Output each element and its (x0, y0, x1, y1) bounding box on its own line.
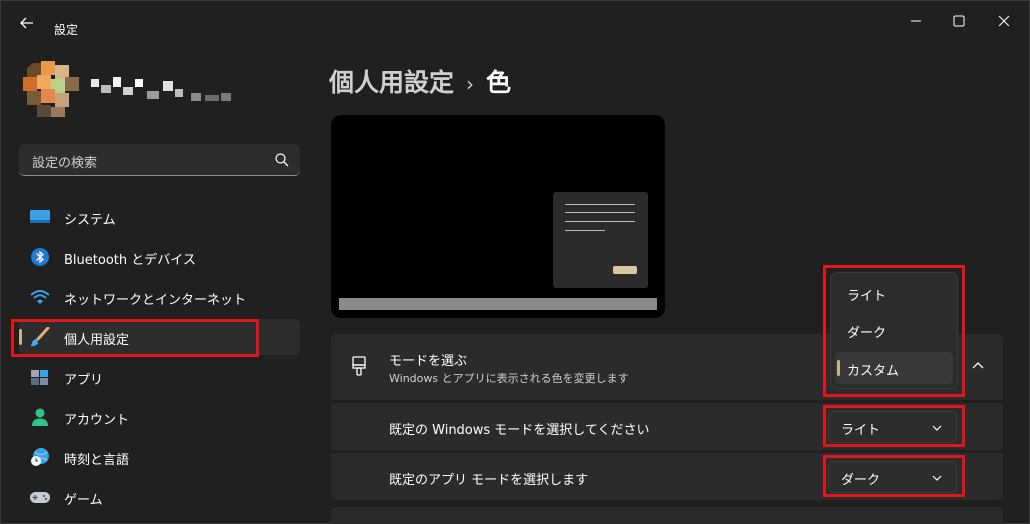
minimize-icon[interactable] (901, 9, 931, 33)
sidebar-item-gaming[interactable]: ゲーム (19, 479, 300, 515)
gamepad-icon (30, 492, 50, 503)
app-title: 設定 (54, 23, 79, 37)
sidebar-item-label: システム (64, 213, 116, 228)
preview-line (565, 212, 635, 213)
sidebar-item-label: ゲーム (64, 493, 103, 508)
sidebar-item-label: アカウント (64, 413, 130, 428)
dropdown-option-light[interactable]: ライト (835, 277, 953, 309)
mode-card-subtitle: Windows とアプリに表示される色を変更します (389, 372, 629, 385)
preview-button (613, 266, 637, 274)
sidebar-item-bluetooth[interactable]: Bluetooth とデバイス (19, 239, 300, 275)
sidebar-item-label: ネットワークとインターネット (64, 293, 247, 308)
close-icon[interactable] (989, 9, 1019, 33)
search-placeholder: 設定の検索 (32, 156, 98, 171)
chevron-up-icon[interactable] (971, 360, 985, 370)
theme-preview (331, 115, 665, 318)
username-obscured (91, 77, 231, 101)
dropdown-option-label: カスタム (847, 364, 900, 379)
back-arrow-icon[interactable] (17, 13, 37, 33)
page-title: 色 (486, 68, 512, 97)
dropdown-option-custom[interactable]: カスタム (835, 352, 953, 384)
app-mode-label: 既定のアプリ モードを選択します (389, 473, 589, 488)
app-mode-value: ダーク (841, 473, 881, 488)
paint-brush-icon (352, 356, 366, 376)
sidebar-item-system[interactable]: システム (19, 199, 300, 235)
app-mode-select[interactable]: ダーク (828, 461, 957, 493)
search-input[interactable]: 設定の検索 (19, 144, 300, 176)
avatar (19, 57, 85, 123)
maximize-icon[interactable] (944, 9, 974, 33)
wifi-icon (30, 290, 50, 304)
dropdown-option-label: ダーク (847, 326, 887, 341)
search-icon (275, 153, 289, 167)
windows-mode-value: ライト (841, 423, 881, 438)
next-settings-card[interactable] (331, 507, 1003, 524)
preview-line (565, 204, 635, 205)
mode-card-title: モードを選ぶ (389, 354, 468, 369)
bluetooth-icon (31, 248, 49, 266)
sidebar-item-accounts[interactable]: アカウント (19, 399, 300, 435)
app-mode-row: 既定のアプリ モードを選択します ダーク (331, 452, 1003, 500)
sidebar-item-label: Bluetooth とデバイス (64, 253, 196, 268)
selection-indicator (19, 329, 22, 345)
title-bar: 設定 (1, 1, 1030, 41)
preview-line (565, 221, 635, 222)
sidebar-item-label: 個人用設定 (64, 333, 130, 348)
chevron-down-icon (932, 475, 942, 481)
sidebar-item-time-language[interactable]: 時刻と言語 (19, 439, 300, 475)
brush-icon (30, 327, 50, 347)
mode-dropdown-menu: ライト ダーク カスタム (830, 272, 958, 389)
time-language-icon (31, 448, 49, 466)
preview-taskbar (339, 298, 657, 310)
sidebar-item-network[interactable]: ネットワークとインターネット (19, 279, 300, 315)
windows-mode-select[interactable]: ライト (828, 411, 957, 443)
breadcrumb: 個人用設定 › 色 (329, 63, 511, 99)
sidebar-item-apps[interactable]: アプリ (19, 359, 300, 395)
system-icon (30, 210, 50, 223)
dropdown-option-label: ライト (847, 289, 887, 304)
sidebar-item-personalization[interactable]: 個人用設定 (19, 319, 300, 355)
account-icon (32, 408, 48, 426)
apps-icon (31, 370, 48, 385)
breadcrumb-parent[interactable]: 個人用設定 (329, 68, 454, 97)
sidebar-item-label: 時刻と言語 (64, 453, 130, 468)
settings-window: 設定 設定の検索 システム Bluetooth とデバイス ネットワークとインタ… (0, 0, 1030, 524)
chevron-down-icon (932, 425, 942, 431)
dropdown-option-dark[interactable]: ダーク (835, 314, 953, 346)
selection-indicator (837, 360, 840, 376)
windows-mode-row: 既定の Windows モードを選択してください ライト (331, 402, 1003, 450)
preview-window (553, 192, 648, 288)
preview-line (565, 230, 605, 231)
sidebar-item-label: アプリ (64, 373, 104, 388)
breadcrumb-separator: › (466, 72, 475, 96)
windows-mode-label: 既定の Windows モードを選択してください (389, 423, 650, 438)
